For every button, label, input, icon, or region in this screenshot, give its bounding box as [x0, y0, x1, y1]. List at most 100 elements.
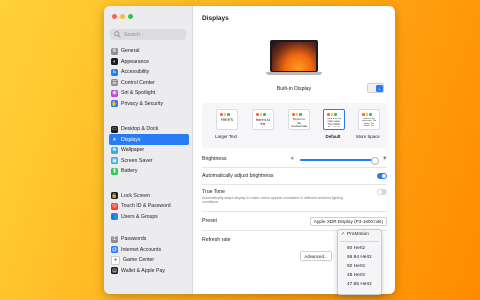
- sidebar-item-label: Touch ID & Password: [121, 203, 171, 210]
- sidebar-item-label: Appearance: [121, 58, 149, 65]
- sidebar-item-control-center[interactable]: ☰ Control Center: [109, 78, 189, 89]
- sidebar-item-label: Lock Screen: [121, 192, 150, 199]
- refresh-rate-option-label: 50 Hertz: [347, 264, 366, 269]
- sidebar-item-label: Users & Groups: [121, 213, 158, 220]
- resolution-option-label: Larger Text: [215, 134, 237, 139]
- sidebar-group: ⚿ Passwords @ Internet Accounts ● Game Center…: [109, 234, 189, 276]
- sidebar-item-label: Screen Saver: [121, 157, 153, 164]
- sidebar-item-label: Passwords: [121, 236, 147, 243]
- sidebar-item-label: Desktop & Dock: [121, 126, 159, 133]
- resolution-sample-text: Here's to the troublemakers. The round: [291, 118, 307, 127]
- sidebar-item-desktop-dock[interactable]: ▭ Desktop & Dock: [109, 124, 189, 135]
- display-options-select[interactable]: ⌄: [367, 83, 384, 93]
- advanced-button[interactable]: Advanced...: [300, 251, 332, 261]
- preset-select[interactable]: Apple XDR Display (P3-1600 nits): [309, 217, 387, 226]
- refresh-rate-option[interactable]: 50 Hertz: [338, 262, 381, 271]
- key-icon: ⚿: [111, 235, 118, 243]
- game-center-icon: ●: [111, 255, 120, 265]
- brightness-row: Brightness ☀ ☀: [202, 156, 388, 165]
- refresh-rate-option[interactable]: 48 Hertz: [338, 271, 381, 280]
- sidebar-group: ▭ Desktop & Dock ☀ Displays ❀ Wallpaper ▣ Scree…: [109, 124, 189, 177]
- resolution-sample-text: Here's to the troublem: [255, 118, 271, 127]
- battery-icon: ▮: [111, 167, 118, 175]
- refresh-rate-option-label: 59.94 Hertz: [347, 255, 372, 260]
- resolution-option[interactable]: Here's: [216, 109, 238, 130]
- sidebar-item-screen-saver[interactable]: ▣ Screen Saver: [109, 155, 189, 166]
- brightness-fill: [300, 159, 375, 161]
- resolution-options: Here's Larger Text Here's to the troublem H…: [202, 103, 387, 148]
- control-center-icon: ☰: [111, 79, 118, 87]
- sidebar-item-label: Wallet & Apple Pay: [121, 267, 165, 274]
- resolution-sample-text: Here's to the crazy ones. The misfits. T…: [326, 118, 342, 127]
- divider: [202, 184, 387, 185]
- siri-icon: ◉: [111, 89, 118, 97]
- fingerprint-icon: ◎: [111, 202, 118, 210]
- sidebar-item-accessibility[interactable]: ♿ Accessibility: [109, 67, 189, 78]
- sidebar-item-label: Battery: [121, 168, 138, 175]
- sidebar-item-label: Privacy & Security: [121, 100, 164, 107]
- resolution-sample-text: Here's to the crazy ones. The misfits. T…: [361, 118, 377, 127]
- page-title: Displays: [202, 15, 229, 22]
- refresh-rate-option-label: 48 Hertz: [347, 273, 366, 278]
- search-input[interactable]: Search: [110, 29, 186, 40]
- sidebar-item-game-center[interactable]: ● Game Center: [109, 255, 189, 266]
- wallpaper-icon: ❀: [111, 146, 118, 154]
- refresh-rate-option[interactable]: ✓ ProMotion: [338, 230, 381, 239]
- sidebar-item-users-groups[interactable]: 👥 Users & Groups: [109, 211, 189, 222]
- auto-brightness-label: Automatically adjust brightness: [202, 173, 274, 179]
- sidebar-item-label: Accessibility: [121, 69, 150, 76]
- preset-row: Preset Apple XDR Display (P3-1600 nits): [202, 217, 387, 226]
- resolution-option[interactable]: Here's to the crazy ones. The misfits. T…: [323, 109, 345, 130]
- sidebar-item-touch-id-password[interactable]: ◎ Touch ID & Password: [109, 201, 189, 212]
- true-tone-toggle[interactable]: [377, 189, 387, 195]
- brightness-slider[interactable]: [300, 157, 380, 165]
- refresh-rate-option-label: 47.95 Hertz: [347, 282, 372, 287]
- sidebar-item-privacy-security[interactable]: ✋ Privacy & Security: [109, 99, 189, 110]
- sidebar-item-label: General: [121, 48, 140, 55]
- sidebar-item-lock-screen[interactable]: 🔒 Lock Screen: [109, 190, 189, 201]
- users-icon: 👥: [111, 213, 118, 221]
- sidebar-item-label: Displays: [121, 136, 141, 143]
- minimize-button[interactable]: [120, 14, 125, 19]
- zoom-button[interactable]: [128, 14, 133, 19]
- accessibility-icon: ♿: [111, 68, 118, 76]
- auto-brightness-toggle[interactable]: [377, 173, 387, 179]
- sun-large-icon: ☀: [382, 156, 388, 162]
- true-tone-description: Automatically adapt display to make colo…: [202, 196, 344, 205]
- refresh-rate-option[interactable]: 60 Hertz: [338, 244, 381, 253]
- sidebar-item-general[interactable]: ⚙ General: [109, 46, 189, 57]
- sidebar-item-battery[interactable]: ▮ Battery: [109, 166, 189, 177]
- refresh-rate-option[interactable]: 47.95 Hertz: [338, 280, 381, 289]
- refresh-rate-option-label: ProMotion: [347, 232, 369, 237]
- divider: [202, 211, 387, 212]
- sidebar-item-appearance[interactable]: ◐ Appearance: [109, 57, 189, 68]
- resolution-sample-text: Here's: [221, 118, 233, 122]
- resolution-option[interactable]: Here's to the troublem: [252, 109, 274, 130]
- display-preview: [266, 40, 322, 80]
- screen-saver-icon: ▣: [111, 157, 118, 165]
- resolution-option[interactable]: Here's to the crazy ones. The misfits. T…: [358, 109, 380, 130]
- lock-icon: 🔒: [111, 192, 118, 200]
- appearance-icon: ◐: [111, 58, 118, 66]
- menu-separator: [340, 241, 379, 242]
- sidebar-item-internet-accounts[interactable]: @ Internet Accounts: [109, 245, 189, 256]
- refresh-rate-option[interactable]: 59.94 Hertz: [338, 253, 381, 262]
- display-screen: [270, 40, 318, 72]
- display-name: Built-in Display: [276, 86, 312, 92]
- search-placeholder: Search: [124, 31, 140, 38]
- close-button[interactable]: [112, 14, 117, 19]
- brightness-knob[interactable]: [371, 157, 380, 165]
- resolution-option[interactable]: Here's to the troublemakers. The round: [288, 109, 310, 130]
- desktop-dock-icon: ▭: [111, 125, 118, 133]
- sidebar-item-siri-spotlight[interactable]: ◉ Siri & Spotlight: [109, 88, 189, 99]
- wallet-icon: ▤: [111, 267, 118, 275]
- displays-icon: ☀: [111, 136, 118, 144]
- sidebar-item-wallpaper[interactable]: ❀ Wallpaper: [109, 145, 189, 156]
- sidebar-item-passwords[interactable]: ⚿ Passwords: [109, 234, 189, 245]
- auto-brightness-row: Automatically adjust brightness: [202, 173, 387, 179]
- checkmark-icon: ✓: [341, 232, 346, 237]
- refresh-rate-menu: ✓ ProMotion 60 Hertz 59.94 Hertz 50 Hertz 48 …: [337, 229, 382, 295]
- sidebar-item-wallet-apple-pay[interactable]: ▤ Wallet & Apple Pay: [109, 266, 189, 277]
- sidebar-item-displays[interactable]: ☀ Displays: [109, 134, 189, 145]
- privacy-hand-icon: ✋: [111, 100, 118, 108]
